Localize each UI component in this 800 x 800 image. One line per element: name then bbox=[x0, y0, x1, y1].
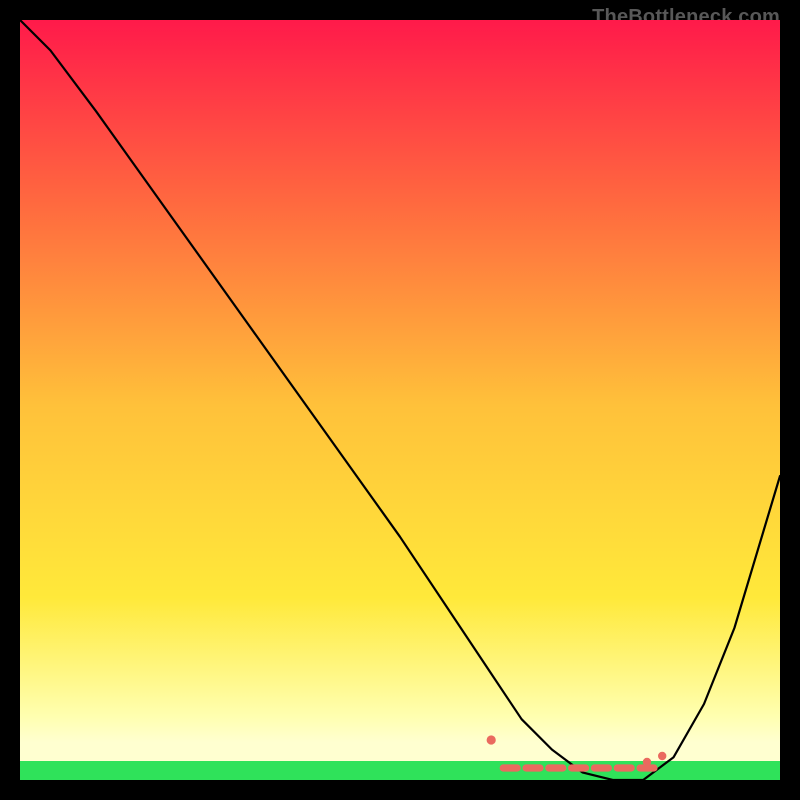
marker-dot bbox=[643, 758, 651, 766]
marker-dot bbox=[658, 752, 666, 760]
gradient-background bbox=[20, 20, 780, 761]
chart-canvas bbox=[20, 20, 780, 780]
marker-dot bbox=[487, 735, 496, 744]
